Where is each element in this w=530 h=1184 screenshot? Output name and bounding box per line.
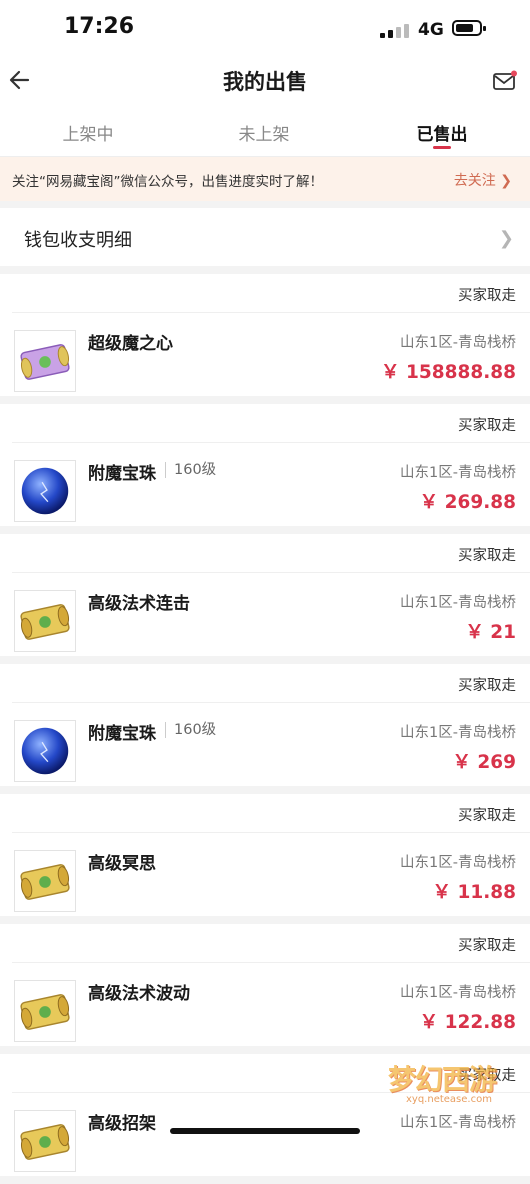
order-card[interactable]: 买家取走 附魔宝珠 160级 山东1区-青岛栈桥 ￥ 269 (0, 664, 530, 786)
item-price: ￥ 269 (452, 752, 516, 773)
mail-icon[interactable] (492, 70, 518, 92)
order-status: 买家取走 (458, 288, 516, 304)
chevron-right-icon: ❯ (498, 228, 514, 249)
item-name: 附魔宝珠 (88, 724, 156, 744)
item-server: 山东1区-青岛栈桥 (400, 855, 516, 871)
page-title: 我的出售 (223, 70, 307, 94)
item-level: 160级 (165, 462, 216, 478)
item-name: 高级法术连击 (88, 594, 190, 614)
item-price: ￥ 122.88 (419, 1012, 516, 1033)
order-status: 买家取走 (458, 1068, 516, 1084)
item-server: 山东1区-青岛栈桥 (400, 725, 516, 741)
item-price: ￥ 21 (465, 622, 516, 643)
notice-text: 关注“网易藏宝阁”微信公众号，出售进度实时了解！ (12, 174, 323, 190)
order-card[interactable]: 买家取走 高级冥思 山东1区-青岛栈桥 ￥ 11.88 (0, 794, 530, 916)
scroll-gold-icon (14, 590, 76, 652)
scroll-gold-icon (14, 850, 76, 912)
order-list: 买家取走 超级魔之心 山东1区-青岛栈桥 ￥ 158888.88 买家取走 附魔… (0, 274, 530, 1184)
status-bar: 17:26 4G (0, 0, 530, 58)
scroll-gold-icon (14, 980, 76, 1042)
order-card[interactable]: 买家取走 高级招架 山东1区-青岛栈桥 (0, 1054, 530, 1176)
order-status: 买家取走 (458, 418, 516, 434)
item-price: ￥ 158888.88 (381, 362, 516, 383)
item-name: 高级冥思 (88, 854, 156, 874)
item-server: 山东1区-青岛栈桥 (400, 1115, 516, 1131)
item-name: 附魔宝珠 (88, 464, 156, 484)
item-server: 山东1区-青岛栈桥 (400, 335, 516, 351)
order-status: 买家取走 (458, 548, 516, 564)
active-tab-indicator (433, 146, 451, 149)
divider (12, 312, 530, 313)
order-status: 买家取走 (458, 938, 516, 954)
divider (12, 962, 530, 963)
item-name: 高级法术波动 (88, 984, 190, 1004)
home-indicator[interactable] (170, 1128, 360, 1134)
item-name: 超级魔之心 (88, 334, 173, 354)
divider (12, 572, 530, 573)
divider (12, 442, 530, 443)
battery-icon (452, 20, 486, 36)
tab-sold[interactable]: 已售出 (362, 120, 522, 145)
item-server: 山东1区-青岛栈桥 (400, 595, 516, 611)
scroll-gold-icon (14, 1110, 76, 1172)
item-server: 山东1区-青岛栈桥 (400, 985, 516, 1001)
item-name: 高级招架 (88, 1114, 156, 1134)
item-price: ￥ 11.88 (432, 882, 516, 903)
order-status: 买家取走 (458, 808, 516, 824)
item-price: ￥ 269.88 (419, 492, 516, 513)
tab-bar: 上架中 未上架 已售出 (0, 108, 530, 157)
order-card[interactable]: 买家取走 附魔宝珠 160级 山东1区-青岛栈桥 ￥ 269.88 (0, 404, 530, 526)
item-server: 山东1区-青岛栈桥 (400, 465, 516, 481)
wallet-details-row[interactable]: 钱包收支明细 ❯ (0, 208, 530, 266)
order-card[interactable]: 买家取走 高级法术波动 山东1区-青岛栈桥 ￥ 122.88 (0, 924, 530, 1046)
order-card[interactable]: 买家取走 超级魔之心 山东1区-青岛栈桥 ￥ 158888.88 (0, 274, 530, 396)
divider (12, 1092, 530, 1093)
follow-link[interactable]: 去关注 ❯ (454, 170, 512, 190)
nav-bar: 我的出售 (0, 58, 530, 108)
signal-icon (380, 22, 410, 38)
notice-banner: 关注“网易藏宝阁”微信公众号，出售进度实时了解！ 去关注 ❯ (0, 157, 530, 201)
blue-orb-icon (14, 720, 76, 782)
order-card[interactable]: 买家取走 高级法术连击 山东1区-青岛栈桥 ￥ 21 (0, 534, 530, 656)
blue-orb-icon (14, 460, 76, 522)
divider (12, 702, 530, 703)
item-level: 160级 (165, 722, 216, 738)
network-type: 4G (418, 20, 444, 40)
divider (12, 832, 530, 833)
order-status: 买家取走 (458, 678, 516, 694)
tab-not-listed[interactable]: 未上架 (184, 120, 344, 145)
status-time: 17:26 (64, 14, 135, 39)
scroll-purple-icon (14, 330, 76, 392)
tab-on-sale[interactable]: 上架中 (8, 120, 168, 145)
wallet-label: 钱包收支明细 (24, 230, 132, 251)
